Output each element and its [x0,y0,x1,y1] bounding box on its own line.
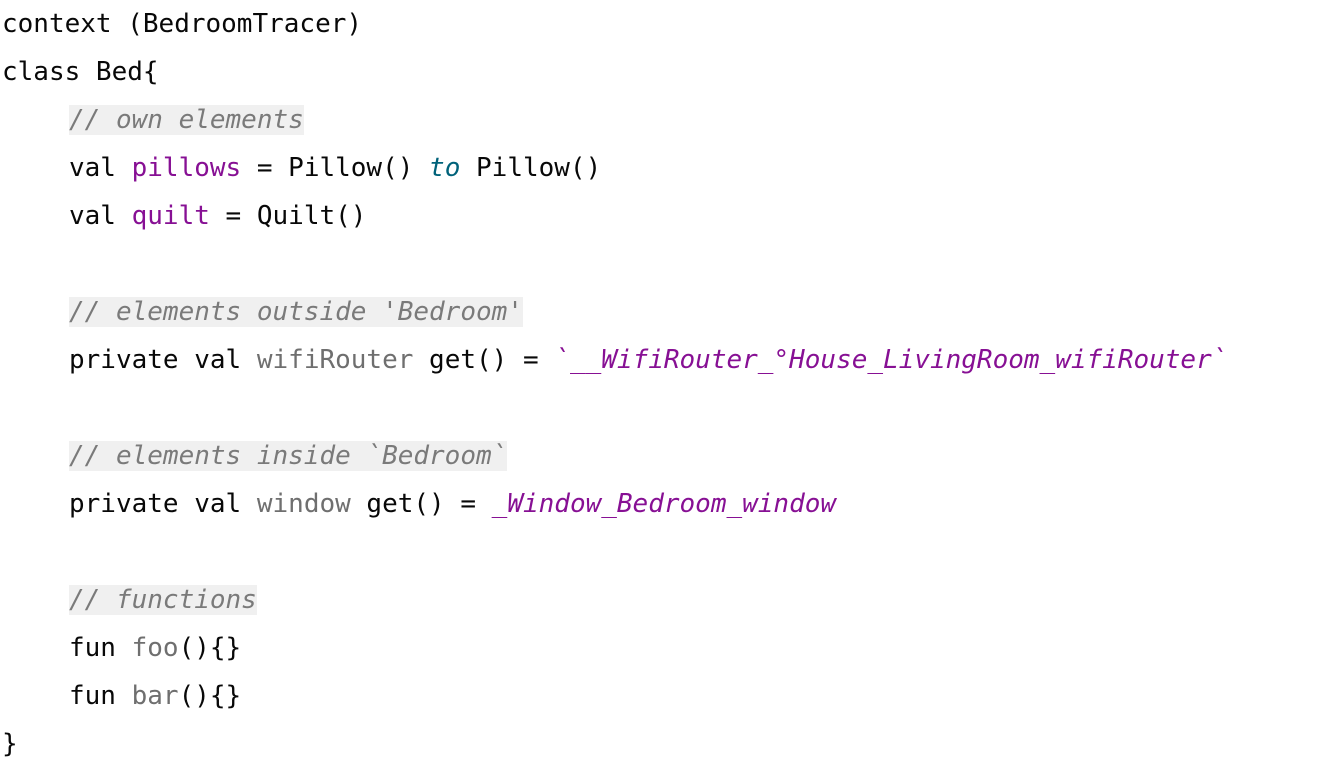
code-line-comment-functions: // functions [2,576,257,624]
closing-brace: } [2,729,18,759]
code-line-context: context (BedroomTracer) [2,0,362,48]
keyword-val: val [194,345,242,375]
code-line-closing-brace: } [2,720,18,768]
keyword-private: private [69,489,179,519]
property-pillows: pillows [131,153,242,183]
code-line-comment-inside: // elements inside `Bedroom` [2,432,508,480]
keyword-context: context [2,9,112,39]
getter-wifirouter: get() = [413,345,555,375]
context-receiver: (BedroomTracer) [111,9,363,39]
bar-body: (){} [178,681,242,711]
keyword-fun: fun [69,633,116,663]
wifirouter-value: `__WifiRouter_°House_LivingRoom_wifiRout… [554,345,1228,375]
function-foo: foo [131,633,179,663]
property-quilt: quilt [131,201,210,231]
property-window: window [256,489,351,519]
property-wifirouter: wifiRouter [256,345,414,375]
getter-window: get() = [350,489,492,519]
keyword-val: val [69,153,116,183]
keyword-fun: fun [69,681,116,711]
infix-to: to [429,153,461,183]
quilt-initializer: = Quilt() [209,201,367,231]
class-declaration: Bed{ [80,57,159,87]
keyword-val: val [69,201,116,231]
code-editor[interactable]: context (BedroomTracer) class Bed{ // ow… [2,0,1318,770]
keyword-val: val [194,489,242,519]
code-line-pillows: val pillows = Pillow() to Pillow() [2,144,601,192]
keyword-class: class [2,57,81,87]
keyword-private: private [69,345,179,375]
code-line-bar: fun bar(){} [2,672,241,720]
code-line-foo: fun foo(){} [2,624,241,672]
code-line-class: class Bed{ [2,48,159,96]
window-value: _Window_Bedroom_window [491,489,837,519]
comment-elements-inside: // elements inside `Bedroom` [69,441,508,471]
comment-elements-outside: // elements outside 'Bedroom' [69,297,523,327]
code-line-comment-outside: // elements outside 'Bedroom' [2,288,523,336]
code-line-comment-own: // own elements [2,96,304,144]
code-line-wifirouter: private val wifiRouter get() = `__WifiRo… [2,336,1227,384]
pillows-initializer: = Pillow() [241,153,430,183]
foo-body: (){} [178,633,242,663]
code-line-quilt: val quilt = Quilt() [2,192,366,240]
comment-own-elements: // own elements [69,105,304,135]
function-bar: bar [131,681,179,711]
comment-functions: // functions [69,585,257,615]
code-line-window: private val window get() = _Window_Bedro… [2,480,836,528]
pillows-initializer-rest: Pillow() [460,153,602,183]
